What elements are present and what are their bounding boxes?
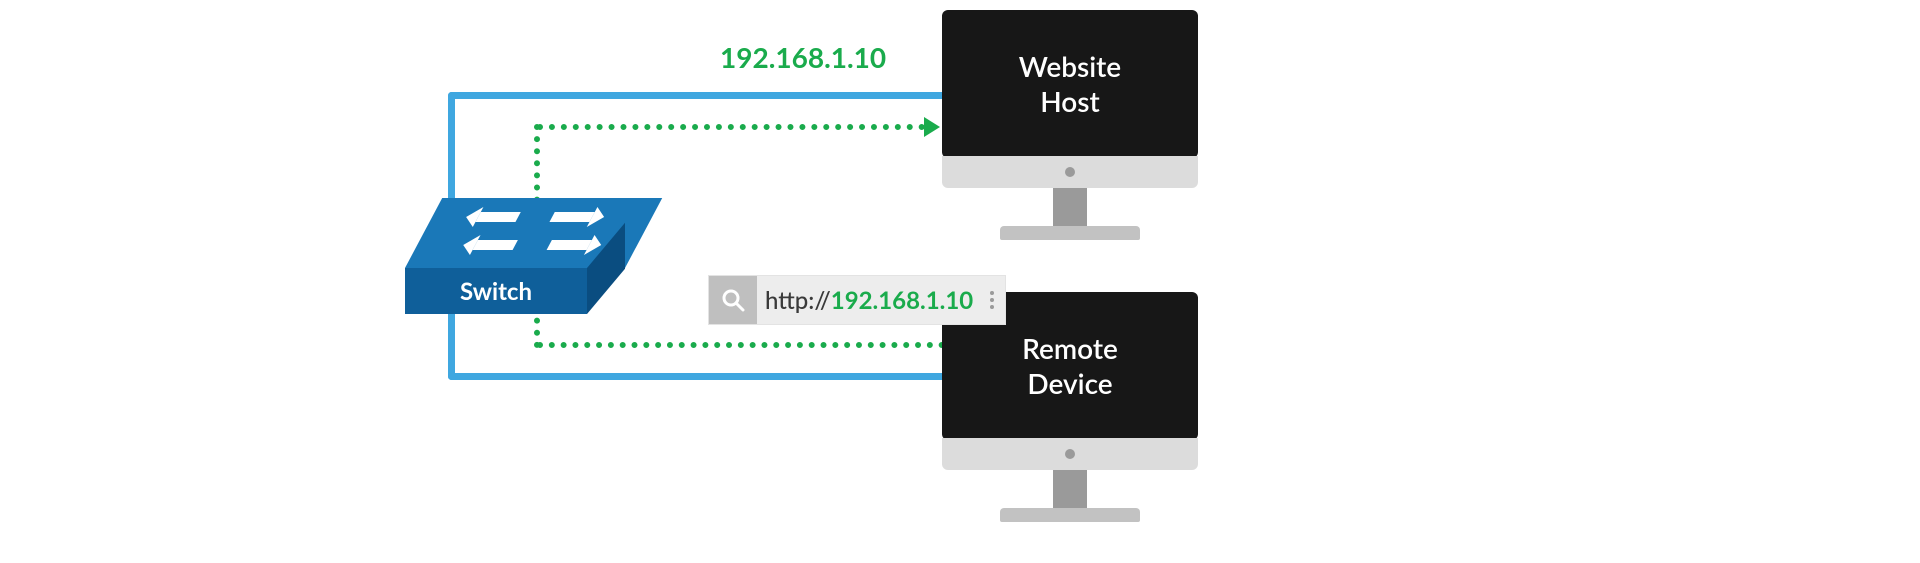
power-led-icon xyxy=(1065,167,1075,177)
power-led-icon xyxy=(1065,449,1075,459)
connection-bottom-horizontal xyxy=(448,373,948,380)
monitor-chin xyxy=(942,438,1198,470)
monitor-neck xyxy=(1053,470,1087,508)
search-icon xyxy=(721,288,745,312)
monitor-label-line1: Remote xyxy=(1022,331,1118,366)
dataflow-bottom xyxy=(537,342,945,348)
monitor-base xyxy=(1000,226,1140,240)
network-switch: Switch xyxy=(405,198,625,318)
search-button[interactable] xyxy=(709,276,757,324)
remote-device-monitor: Remote Device xyxy=(942,292,1198,522)
monitor-neck xyxy=(1053,188,1087,226)
dataflow-arrowhead xyxy=(924,117,940,137)
switch-label: Switch xyxy=(460,277,532,306)
network-diagram: 192.168.1.10 Switch Website Host Remote … xyxy=(0,0,1920,563)
monitor-screen: Website Host xyxy=(942,10,1198,158)
url-ip: 192.168.1.10 xyxy=(831,286,973,315)
connection-top-horizontal xyxy=(448,92,948,99)
monitor-chin xyxy=(942,156,1198,188)
monitor-label-line2: Device xyxy=(1027,366,1112,401)
monitor-label-line2: Host xyxy=(1040,84,1100,119)
dataflow-top xyxy=(537,124,925,130)
url-text[interactable]: http://192.168.1.10 xyxy=(757,286,985,315)
monitor-label-line1: Website xyxy=(1019,49,1121,84)
monitor-base xyxy=(1000,508,1140,522)
url-scheme: http:// xyxy=(765,286,831,315)
browser-address-bar: http://192.168.1.10 xyxy=(708,275,1006,325)
website-host-ip-label: 192.168.1.10 xyxy=(720,40,886,74)
kebab-menu-icon[interactable] xyxy=(985,276,1005,324)
website-host-monitor: Website Host xyxy=(942,10,1198,240)
